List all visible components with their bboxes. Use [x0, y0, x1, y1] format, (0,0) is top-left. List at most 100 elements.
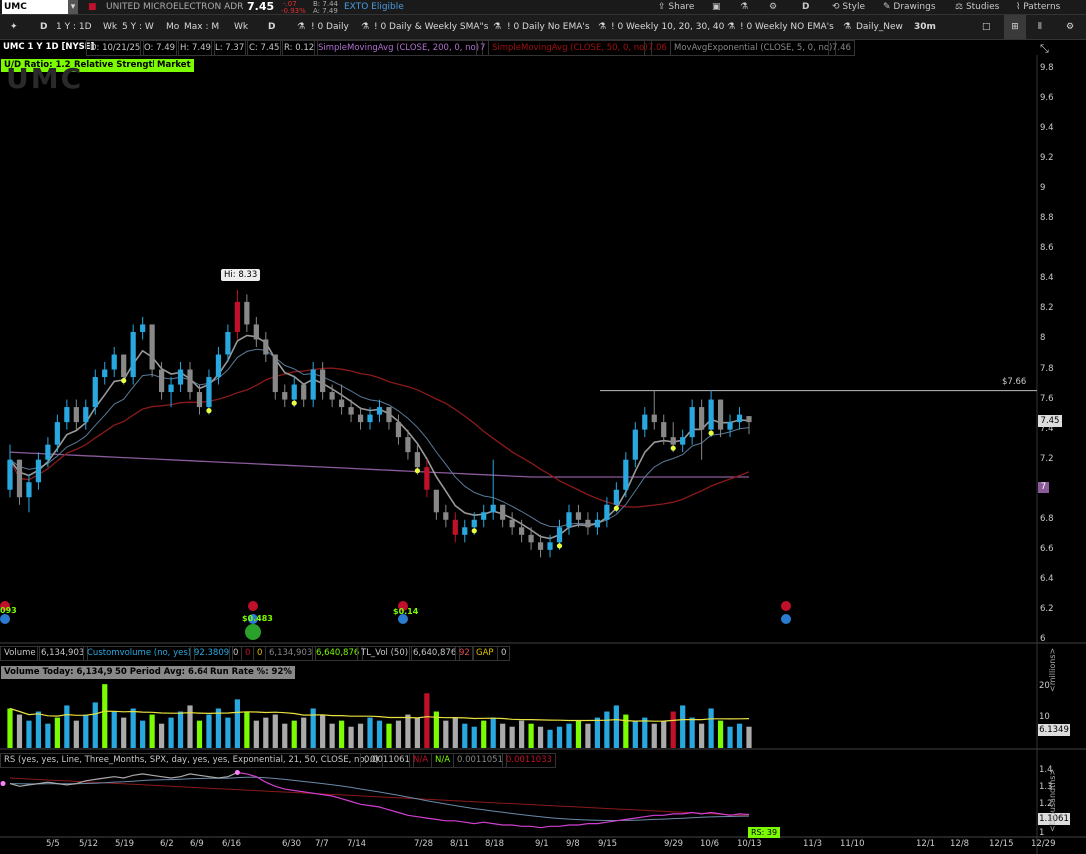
tl-vol-label[interactable]: TL_Vol (50): [357, 646, 413, 661]
volume-bar: [651, 723, 657, 748]
candle-body: [613, 489, 619, 505]
flask-icon: ⚗: [297, 22, 306, 32]
chart-canvas[interactable]: [0, 55, 1086, 854]
customvolume-average: 6,640,876: [312, 646, 364, 661]
candle-body: [556, 527, 563, 543]
volume-tag: 6.1349: [1038, 724, 1070, 736]
ema5-label[interactable]: MovAvgExponential (CLOSE, 5, 0, no): [670, 40, 837, 56]
volume-bar: [537, 726, 544, 748]
price-axis-tick: 6.6: [1040, 543, 1054, 554]
toolbar-item[interactable]: Wk: [234, 15, 248, 39]
candle-body: [727, 422, 733, 430]
flask-icon: ⚗: [493, 22, 502, 32]
screenshot-icon[interactable]: ▣: [712, 0, 721, 14]
alert-icon[interactable]: ■: [88, 0, 97, 14]
flask-icon[interactable]: ⚗: [740, 0, 748, 14]
volume-bar: [140, 720, 146, 748]
volume-bar: [452, 717, 458, 748]
volume-bar: [263, 717, 269, 748]
toolbar-item[interactable]: D: [40, 15, 47, 39]
customvolume-label[interactable]: Customvolume (no, yes): [83, 646, 196, 661]
date-axis-tick: 11/10: [840, 839, 865, 849]
grid-layout-icon[interactable]: ⊞: [1004, 15, 1026, 39]
volume-bar: [509, 726, 515, 748]
toolbar-item[interactable]: ! 0 Weekly NO EMA's: [740, 15, 834, 39]
candle-body: [16, 459, 23, 498]
tl-vol-percent: 92: [455, 646, 474, 661]
volume-bar: [111, 711, 117, 748]
toolbar-item[interactable]: D: [268, 15, 275, 39]
candle-body: [528, 534, 534, 543]
volume-bar: [556, 726, 563, 748]
volume-bar: [623, 714, 629, 748]
toolbar-item[interactable]: ! 0 Weekly 10, 20, 30, 40: [611, 15, 724, 39]
share-button[interactable]: ⇪ Share: [658, 0, 694, 14]
top-quote-bar: UMC ▾ ■ UNITED MICROELECTRON ADR 7.45 -.…: [0, 0, 1086, 15]
single-layout-icon[interactable]: □: [982, 15, 991, 39]
date-axis-tick: 5/12: [79, 839, 99, 849]
candle-body: [149, 324, 155, 370]
pin-icon[interactable]: ✦: [10, 15, 18, 39]
toolbar-item[interactable]: Daily_New: [856, 15, 903, 39]
signal-dot: [670, 445, 676, 451]
date-axis-tick: 8/18: [485, 839, 505, 849]
volume-bar: [613, 705, 619, 748]
event-marker-icon: [248, 601, 258, 611]
toolbar-item[interactable]: 5 Y : W: [122, 15, 154, 39]
symbol-input[interactable]: UMC: [2, 0, 68, 14]
date-axis-tick: 7/7: [315, 839, 329, 849]
candle-body: [291, 384, 297, 400]
rs-ma50-line: [9, 777, 750, 817]
patterns-button[interactable]: ⌇ Patterns: [1016, 0, 1060, 14]
symbol-dropdown-icon[interactable]: ▾: [68, 0, 78, 14]
volume-bar: [367, 717, 373, 748]
volume-bar: [320, 714, 326, 748]
toolbar-item[interactable]: 30m: [914, 15, 936, 39]
date-axis-tick: 10/6: [700, 839, 720, 849]
date-axis-tick: 8/11: [450, 839, 470, 849]
rs-study-label[interactable]: RS (yes, yes, Line, Three_Months, SPX, d…: [0, 753, 383, 768]
candle-body: [357, 414, 364, 423]
date-axis-tick: 9/1: [535, 839, 549, 849]
volume-bar: [462, 723, 468, 748]
volume-bar: [130, 708, 136, 748]
toolbar-item[interactable]: 1 Y : 1D: [56, 15, 92, 39]
price-axis-tick: 6.2: [1040, 603, 1054, 614]
volume-bar: [206, 714, 212, 748]
toolbar-item[interactable]: ! 0 Daily No EMA's: [507, 15, 590, 39]
volume-bar: [16, 714, 23, 748]
toolbar-item[interactable]: ! 0 Daily & Weekly SMA"s: [374, 15, 488, 39]
price-axis-tick: 9.6: [1040, 93, 1054, 104]
drawings-button[interactable]: ✎ Drawings: [883, 0, 936, 14]
toolbar-item[interactable]: Max : M: [184, 15, 219, 39]
candle-body: [490, 504, 496, 513]
signal-dot: [414, 468, 420, 474]
candle-body: [566, 512, 572, 528]
candle-body: [481, 512, 487, 520]
sma50-label[interactable]: SimpleMovingAvg (CLOSE, 50, 0, no): [488, 40, 652, 56]
timeframe-button[interactable]: D: [802, 0, 809, 14]
customvolume-volume: 6,134,903: [265, 646, 317, 661]
volume-bar: [414, 717, 421, 748]
sma200-label[interactable]: SimpleMovingAvg (CLOSE, 200, 0, no): [314, 40, 484, 56]
gap-label[interactable]: GAP: [472, 646, 498, 661]
toolbar-item[interactable]: Wk: [103, 15, 117, 39]
toolbar-item[interactable]: ! 0 Daily: [311, 15, 349, 39]
volume-bar: [471, 726, 477, 748]
date-axis-tick: 12/1: [916, 839, 936, 849]
toolbar-item[interactable]: Mo: [166, 15, 179, 39]
collapse-icon[interactable]: ⤡: [1040, 42, 1049, 56]
gear-icon[interactable]: ⚙: [769, 0, 777, 14]
candle-body: [102, 369, 108, 378]
volume-bar: [301, 717, 307, 748]
studies-button[interactable]: ⚖ Studies: [955, 0, 999, 14]
rs-value: 0.0011033: [502, 753, 556, 768]
volume-today-badge: Volume Today: 6,134,903: [1, 666, 128, 679]
signal-dot: [556, 543, 563, 549]
date-value: D: 10/21/25: [86, 40, 145, 56]
candle-body: [424, 467, 430, 490]
gear-icon[interactable]: ⚙: [1066, 15, 1074, 39]
style-button[interactable]: ⟲ Style: [832, 0, 865, 14]
columns-icon[interactable]: ⫴: [1038, 15, 1042, 39]
candle-body: [452, 519, 458, 535]
